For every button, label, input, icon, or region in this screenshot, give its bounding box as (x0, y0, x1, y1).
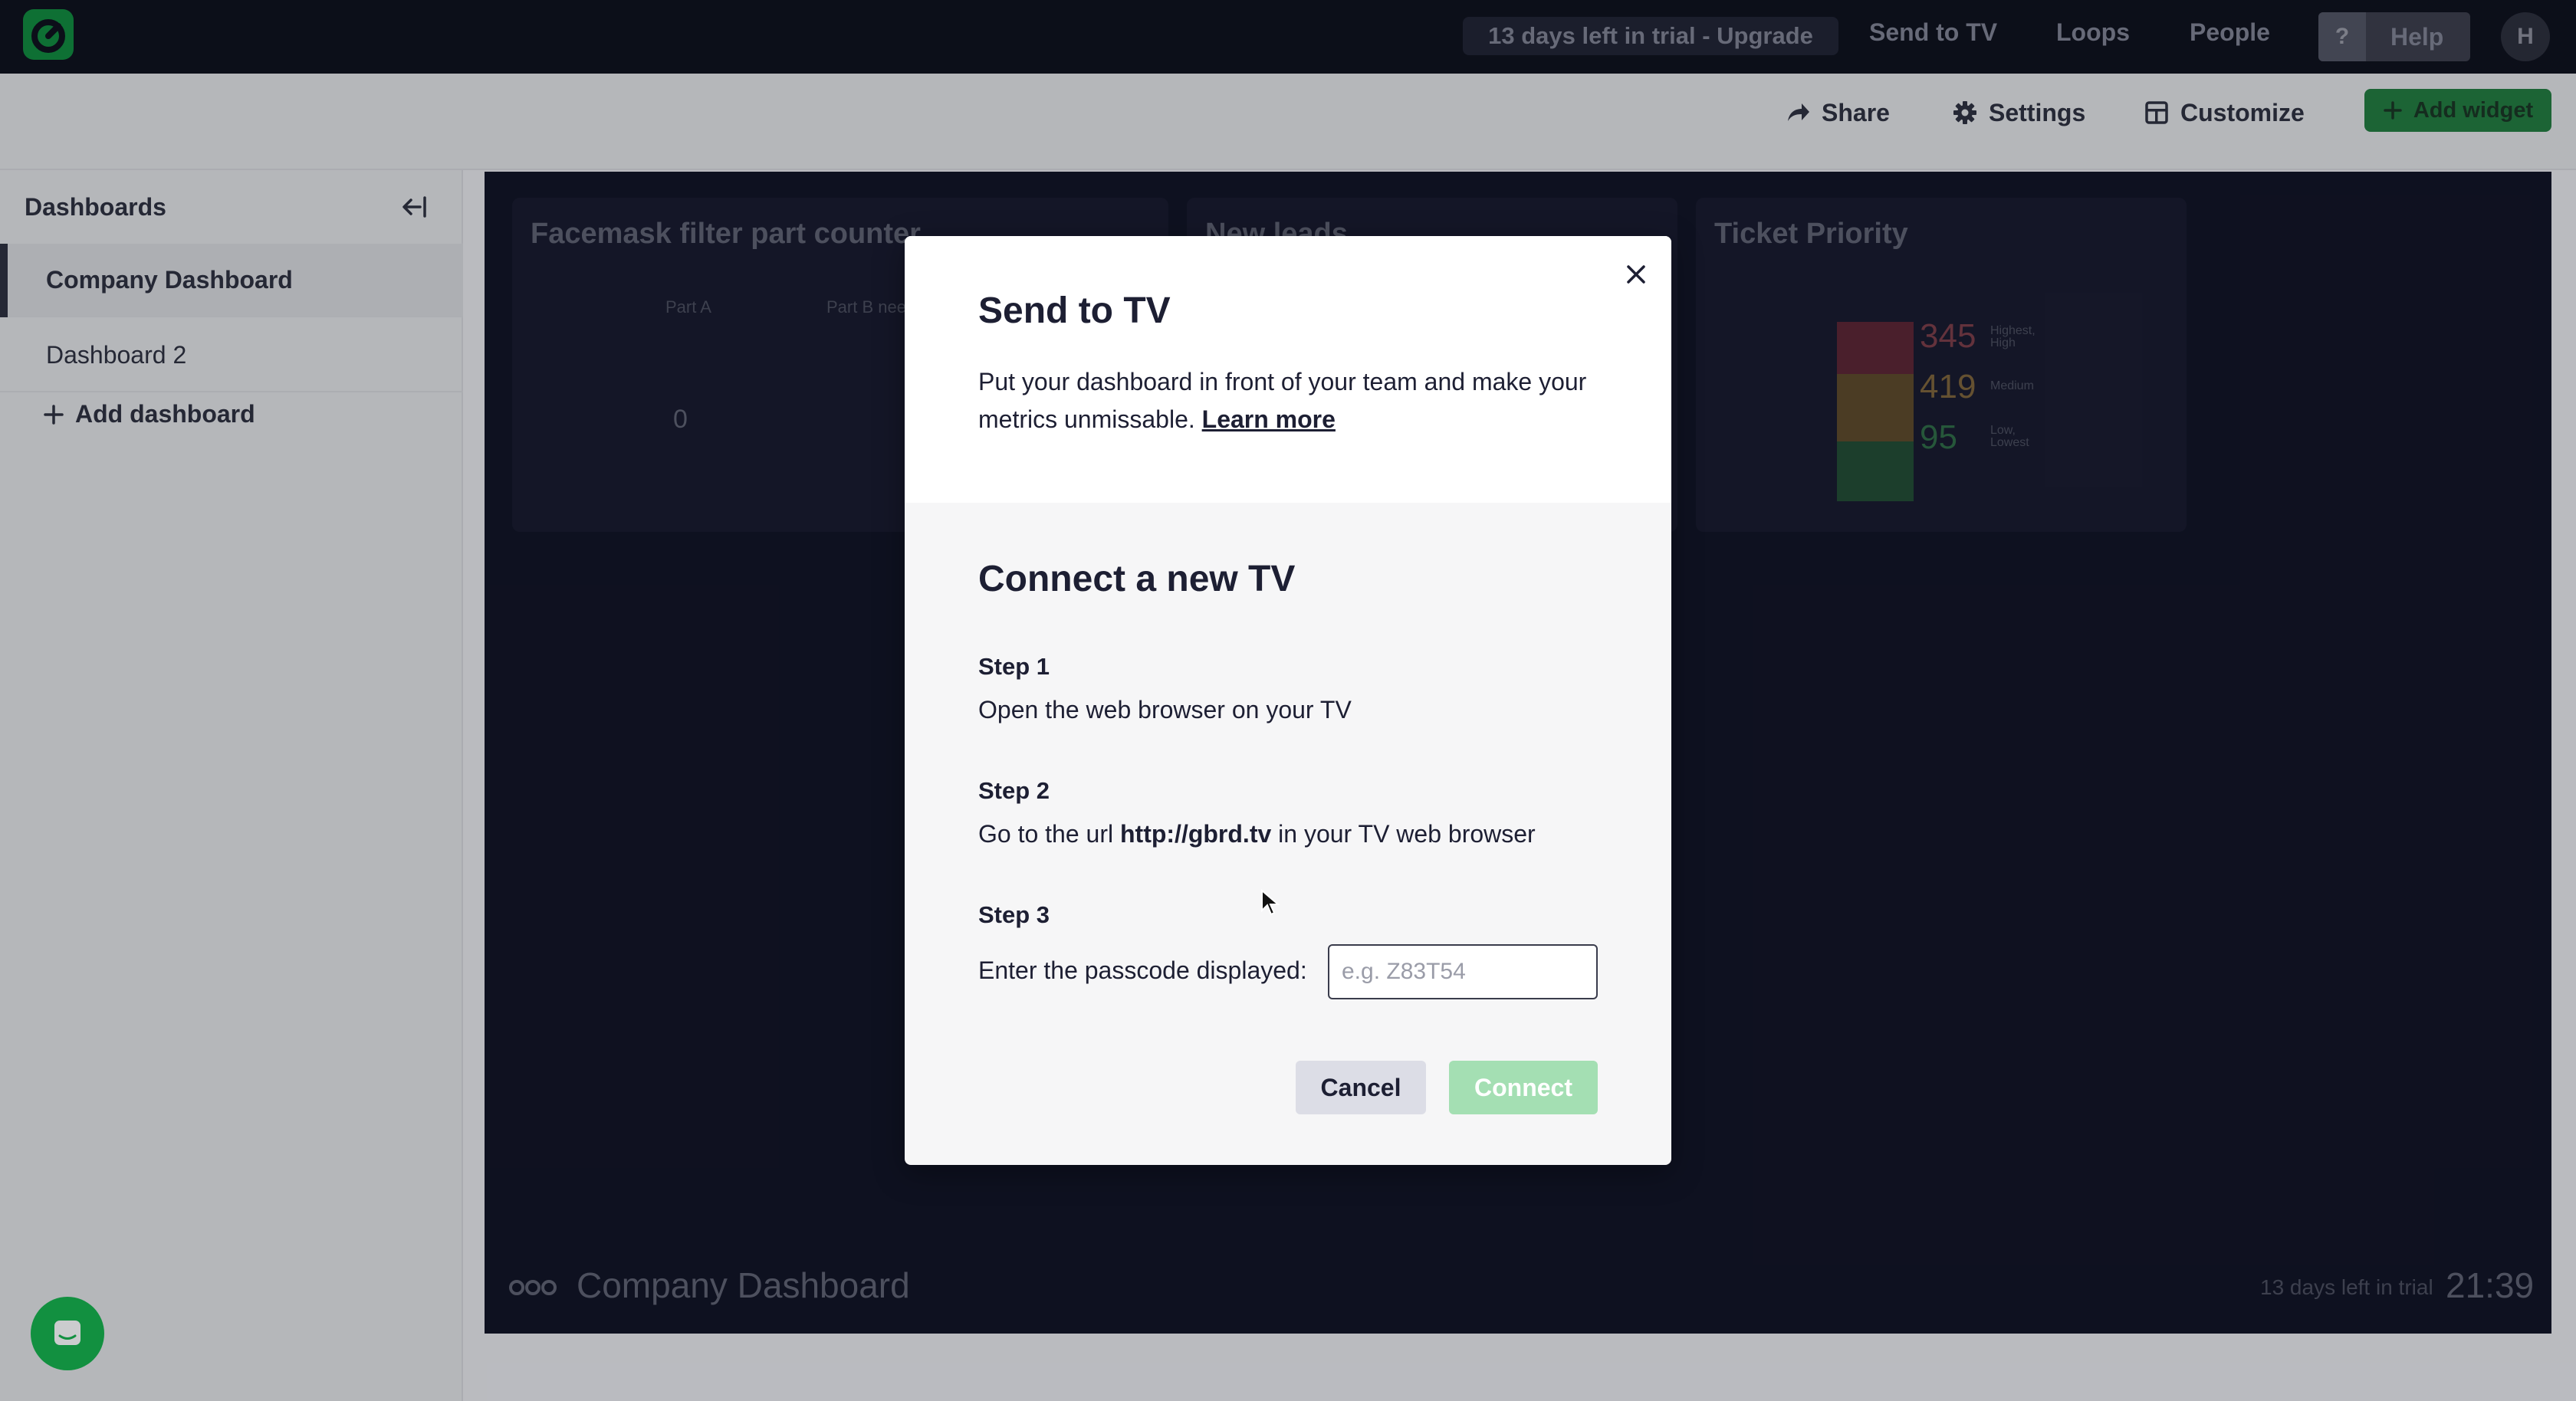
modal-title: Send to TV (978, 290, 1171, 331)
close-button[interactable] (1621, 259, 1651, 290)
passcode-input[interactable] (1328, 944, 1598, 999)
step-3-text: Enter the passcode displayed: (978, 956, 1307, 984)
modal-header: Send to TV Put your dashboard in front o… (905, 236, 1671, 503)
step-2-text: Go to the url http://gbrd.tv in your TV … (978, 820, 1536, 848)
learn-more-link[interactable]: Learn more (1202, 405, 1336, 433)
modal-description: Put your dashboard in front of your team… (978, 363, 1607, 438)
step-2-text-after: in your TV web browser (1278, 820, 1536, 848)
connect-button[interactable]: Connect (1449, 1061, 1598, 1114)
close-icon (1627, 265, 1645, 284)
connect-tv-title: Connect a new TV (978, 559, 1296, 599)
step-1-label: Step 1 (978, 653, 1050, 680)
step-3-label: Step 3 (978, 901, 1050, 928)
step-2-text-before: Go to the url (978, 820, 1114, 848)
step-2-label: Step 2 (978, 777, 1050, 804)
step-1-text: Open the web browser on your TV (978, 696, 1352, 723)
tv-url: http://gbrd.tv (1119, 820, 1272, 848)
cancel-button[interactable]: Cancel (1296, 1061, 1426, 1114)
send-to-tv-modal: Send to TV Put your dashboard in front o… (905, 236, 1671, 1165)
mouse-cursor-icon (1261, 889, 1280, 916)
